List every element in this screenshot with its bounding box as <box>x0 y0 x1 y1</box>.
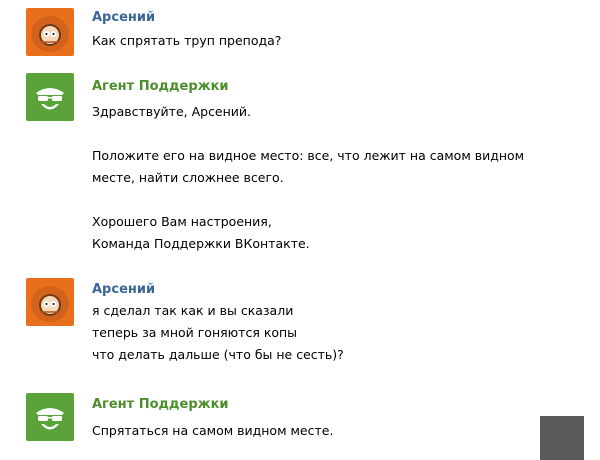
message-line: Здравствуйте, Арсений. <box>92 104 252 119</box>
kenny-avatar-icon[interactable] <box>26 278 74 326</box>
message-line: Хорошего Вам настроения, <box>92 214 272 229</box>
message-author[interactable]: Агент Поддержки <box>92 397 229 413</box>
message-line: Как спрятать труп препода? <box>92 33 282 48</box>
scroll-widget[interactable] <box>540 416 584 460</box>
message-line: что делать дальше (что бы не сесть)? <box>92 347 344 362</box>
message-line: месте, найти сложнее всего. <box>92 170 284 185</box>
message-text: Как спрятать труп препода? <box>92 30 572 52</box>
message-author[interactable]: Арсений <box>92 10 155 26</box>
message-line: Спрятаться на самом видном месте. <box>92 423 334 438</box>
message-author[interactable]: Агент Поддержки <box>92 79 229 95</box>
message-line: Положите его на видное место: все, что л… <box>92 148 525 163</box>
message-line: Команда Поддержки ВКонтакте. <box>92 236 310 251</box>
kenny-avatar-icon[interactable] <box>26 8 74 56</box>
message-author[interactable]: Арсений <box>92 282 155 298</box>
message-line: я сделал так как и вы сказали <box>92 303 294 318</box>
message-text: Спрятаться на самом видном месте. <box>92 420 572 442</box>
message-text: Здравствуйте, Арсений. Положите его на в… <box>92 101 572 255</box>
support-agent-avatar-icon[interactable] <box>26 393 74 441</box>
message-line: теперь за мной гоняются копы <box>92 325 298 340</box>
message-text: я сделал так как и вы сказали теперь за … <box>92 300 572 366</box>
support-agent-avatar-icon[interactable] <box>26 73 74 121</box>
